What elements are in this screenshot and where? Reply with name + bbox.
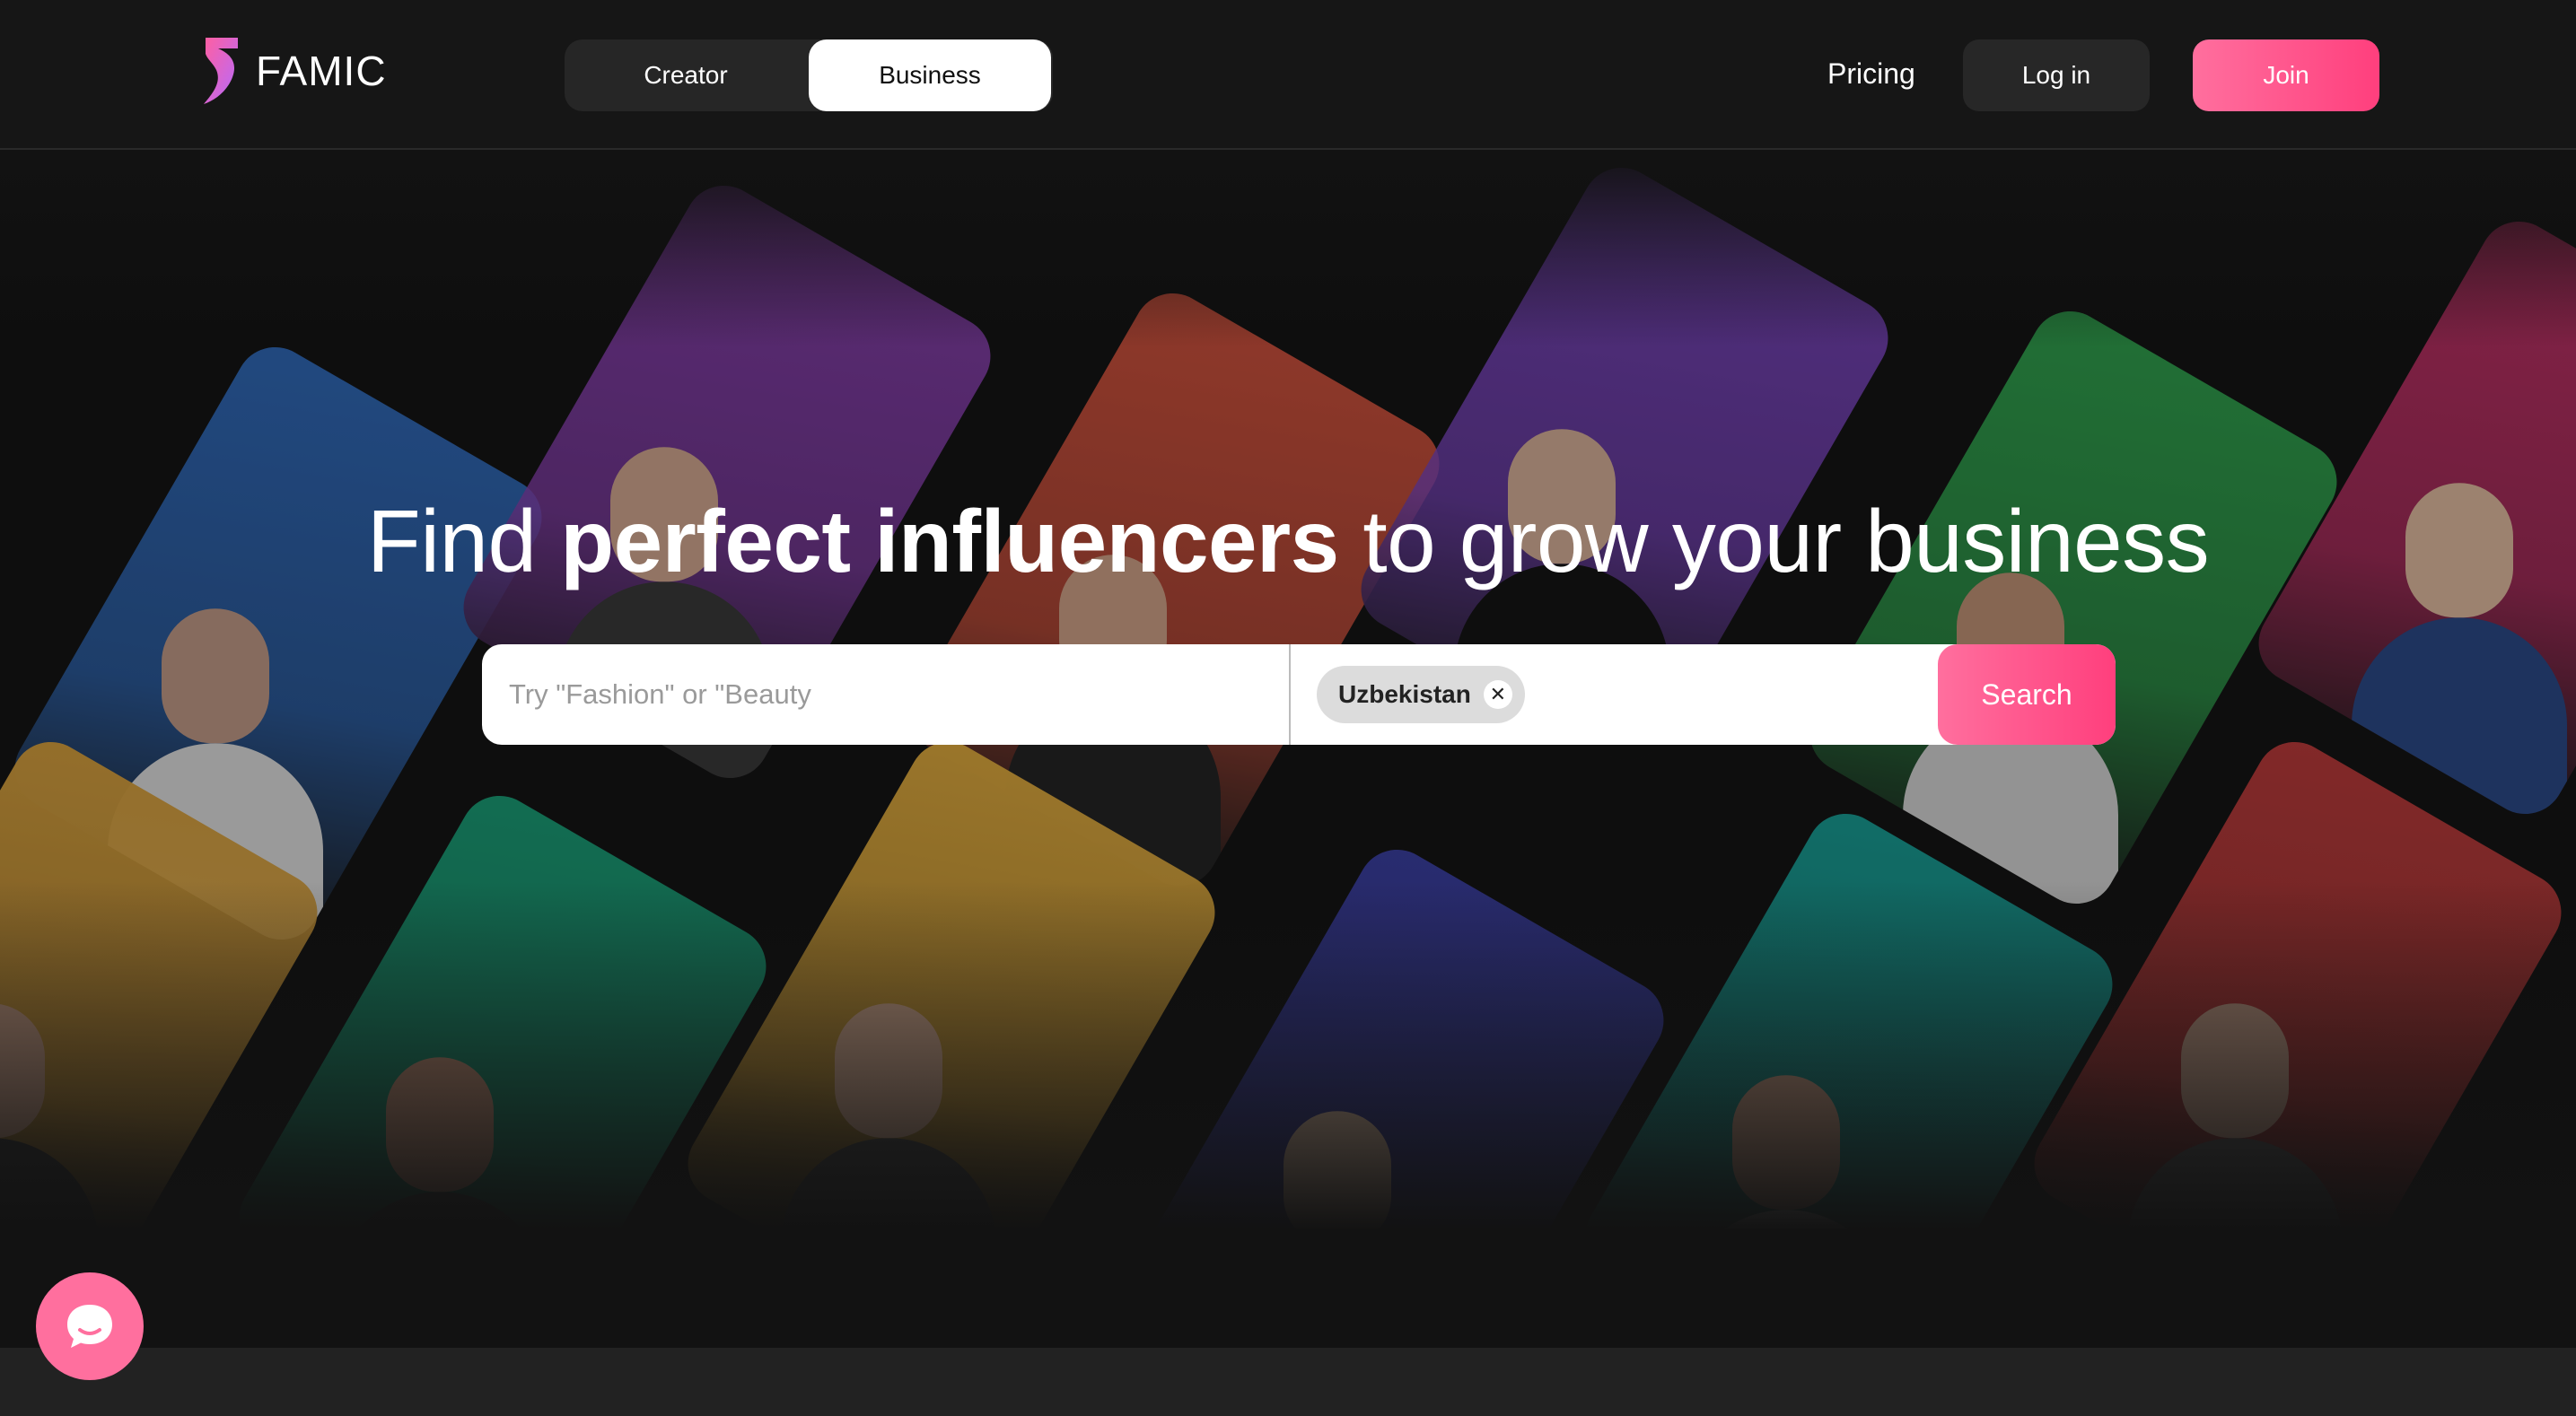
- famic-logo-icon: [204, 38, 238, 104]
- keyword-search-input[interactable]: [482, 644, 1287, 745]
- location-chip[interactable]: Uzbekistan ✕: [1317, 666, 1525, 723]
- famic-logo[interactable]: FAMIC: [200, 36, 387, 106]
- headline-emphasis: perfect influencers: [560, 492, 1339, 590]
- login-button[interactable]: Log in: [1963, 39, 2150, 111]
- chat-support-button[interactable]: [36, 1272, 144, 1380]
- business-tab[interactable]: Business: [809, 39, 1051, 111]
- headline-end: to grow your business: [1338, 492, 2210, 590]
- creator-tab[interactable]: Creator: [565, 39, 807, 111]
- audience-switch: Creator Business: [565, 39, 1053, 111]
- hero-headline: Find perfect influencers to grow your bu…: [0, 491, 2576, 592]
- chat-bubble-icon: [67, 1305, 112, 1348]
- location-chip-label: Uzbekistan: [1338, 680, 1471, 708]
- page-bottom-strip: [0, 1348, 2576, 1416]
- pricing-link[interactable]: Pricing: [1827, 57, 1915, 91]
- influencer-search-bar: Uzbekistan ✕ Search: [482, 644, 2116, 745]
- remove-location-icon[interactable]: ✕: [1483, 680, 1512, 709]
- join-button[interactable]: Join: [2193, 39, 2379, 111]
- top-navigation: FAMIC Creator Business Pricing Log in Jo…: [0, 0, 2576, 150]
- brand-name: FAMIC: [256, 48, 387, 94]
- search-divider: [1289, 644, 1291, 745]
- search-button[interactable]: Search: [1938, 644, 2116, 745]
- headline-start: Find: [366, 492, 561, 590]
- hero-section: Find perfect influencers to grow your bu…: [0, 150, 2576, 1348]
